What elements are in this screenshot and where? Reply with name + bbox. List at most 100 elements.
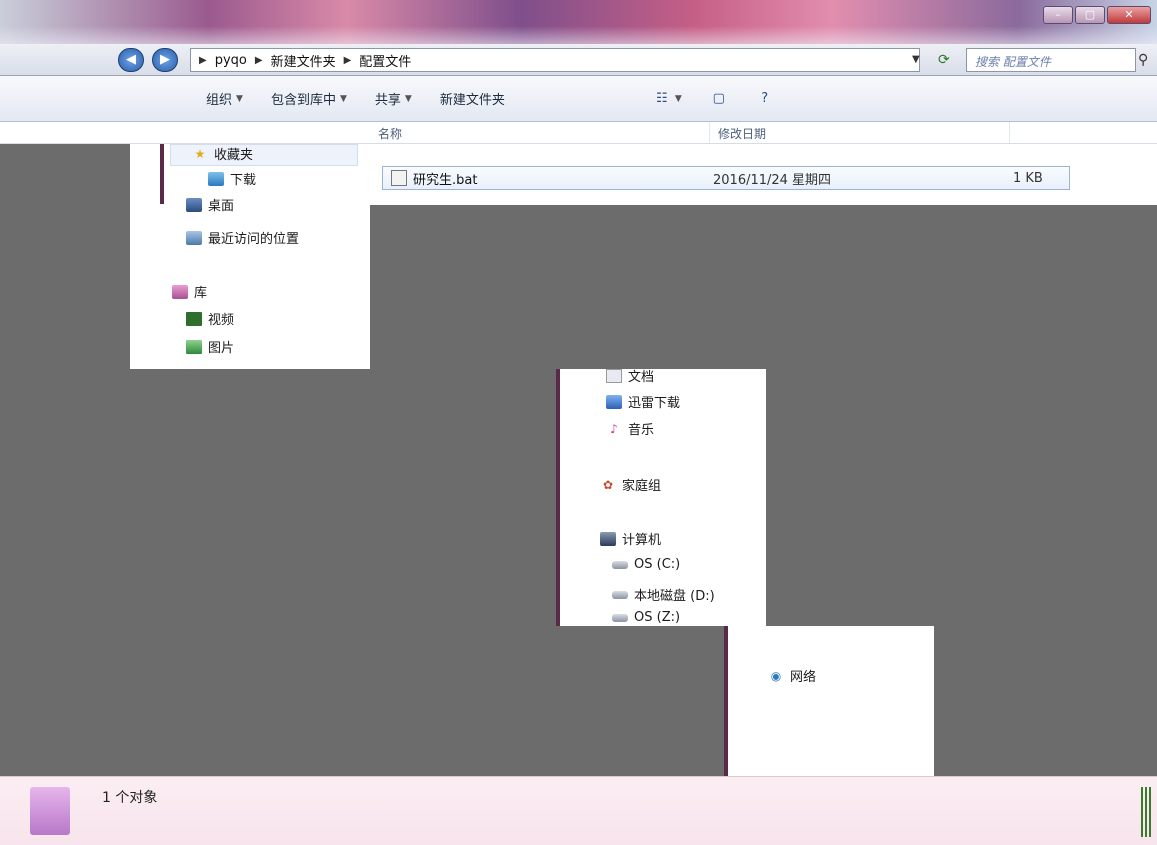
chevron-down-icon: ▼	[674, 93, 682, 104]
nav-videos-label: 视频	[208, 313, 235, 328]
chevron-down-icon: ▼	[404, 93, 412, 104]
desktop-icon	[186, 197, 202, 212]
address-row: ◀ ▶ ▶ pyqo ▶ 新建文件夹 ▶ 配置文件 ▼ ⟳ 搜索 配置文件 ⚲	[0, 44, 1157, 76]
item-count: 1 个对象	[102, 790, 158, 806]
downloads-icon	[208, 171, 224, 186]
nav-recent[interactable]: 最近访问的位置	[186, 228, 299, 247]
title-bar: – ▢ ✕	[0, 0, 1157, 44]
view-options-button[interactable]: ☷ ▼	[647, 88, 688, 110]
view-icon: ☷	[656, 90, 668, 106]
drive-icon	[612, 590, 628, 599]
drive-icon	[612, 613, 628, 622]
share-label: 共享	[374, 93, 401, 108]
file-size: 1 KB	[1013, 170, 1043, 186]
thunder-download-icon	[606, 394, 622, 409]
nav-videos[interactable]: 视频	[186, 309, 234, 328]
video-icon	[186, 311, 202, 326]
resize-grip[interactable]	[1141, 787, 1153, 837]
nav-drive-c[interactable]: OS (C:)	[612, 557, 680, 572]
nav-music-label: 音乐	[628, 423, 655, 438]
crumb-3[interactable]: 配置文件	[359, 51, 411, 70]
nav-scrollbar-lower[interactable]	[556, 369, 560, 626]
nav-network[interactable]: ◉ 网络	[768, 666, 817, 686]
chevron-down-icon: ▼	[236, 93, 243, 104]
help-icon: ?	[761, 90, 769, 106]
nav-drive-c-label: OS (C:)	[634, 557, 681, 572]
column-name[interactable]: 名称	[370, 122, 710, 143]
file-date: 2016/11/24 星期四	[713, 172, 832, 188]
nav-thunder-label: 迅雷下载	[628, 396, 681, 411]
nav-desktop[interactable]: 桌面	[186, 195, 234, 214]
nav-thunder[interactable]: 迅雷下载	[606, 392, 680, 411]
nav-library[interactable]: 库	[172, 282, 207, 301]
new-folder-button[interactable]: 新建文件夹	[434, 86, 511, 111]
refresh-icon[interactable]: ⟳	[938, 52, 960, 70]
help-button[interactable]: ?	[750, 88, 780, 110]
address-bar[interactable]: ▶ pyqo ▶ 新建文件夹 ▶ 配置文件	[190, 48, 920, 72]
network-icon: ◉	[770, 668, 782, 683]
file-row[interactable]: 研究生.bat 2016/11/24 星期四 1 KB	[382, 166, 1070, 190]
nav-drive-d[interactable]: 本地磁盘 (D:)	[612, 585, 715, 604]
column-date[interactable]: 修改日期	[710, 122, 1010, 143]
preview-pane-icon: ▢	[712, 90, 725, 106]
crumb-separator-icon: ▶	[254, 54, 263, 66]
details-pane: 1 个对象	[0, 776, 1157, 845]
homegroup-icon: ✿	[602, 477, 614, 492]
star-icon: ★	[194, 146, 206, 161]
nav-drive-z-label: OS (Z:)	[634, 610, 681, 625]
nav-favorites-label: 收藏夹	[214, 148, 254, 163]
drive-icon	[612, 560, 628, 569]
library-icon	[172, 284, 188, 299]
maximize-button[interactable]: ▢	[1075, 6, 1105, 24]
computer-icon	[600, 531, 616, 546]
nav-downloads[interactable]: 下载	[208, 169, 256, 188]
address-dropdown-icon[interactable]: ▼	[912, 54, 920, 65]
nav-homegroup[interactable]: ✿ 家庭组	[600, 475, 662, 495]
column-header-row: 名称 修改日期	[370, 122, 1157, 144]
nav-scrollbar-bottom[interactable]	[724, 626, 728, 776]
file-name: 研究生.bat	[413, 172, 478, 188]
nav-recent-label: 最近访问的位置	[208, 232, 300, 247]
pictures-icon	[186, 339, 202, 354]
close-button[interactable]: ✕	[1107, 6, 1151, 24]
organize-button[interactable]: 组织 ▼	[200, 86, 249, 111]
back-button[interactable]: ◀	[118, 48, 144, 72]
crumb-separator-icon: ▶	[343, 54, 352, 66]
document-icon	[606, 368, 622, 383]
nav-drive-z[interactable]: OS (Z:)	[612, 610, 680, 625]
nav-pane-bottom	[724, 626, 934, 776]
nav-scrollbar[interactable]	[160, 144, 164, 204]
nav-computer[interactable]: 计算机	[600, 529, 661, 548]
window-controls: – ▢ ✕	[1043, 6, 1151, 24]
nav-documents-label: 文档	[628, 370, 655, 385]
nav-library-label: 库	[194, 286, 208, 301]
music-icon: ♪	[610, 421, 618, 436]
nav-pictures[interactable]: 图片	[186, 337, 234, 356]
crumb-1[interactable]: pyqo	[215, 53, 247, 68]
nav-desktop-label: 桌面	[208, 199, 235, 214]
nav-documents[interactable]: 文档	[606, 366, 654, 385]
include-label: 包含到库中	[270, 93, 336, 108]
nav-music[interactable]: ♪ 音乐	[606, 419, 655, 439]
nav-homegroup-label: 家庭组	[622, 479, 662, 494]
nav-drive-d-label: 本地磁盘 (D:)	[634, 589, 715, 604]
include-in-library-button[interactable]: 包含到库中 ▼	[265, 86, 353, 111]
crumb-separator-icon: ▶	[199, 54, 207, 66]
minimize-button[interactable]: –	[1043, 6, 1073, 24]
crumb-2[interactable]: 新建文件夹	[271, 51, 336, 70]
nav-pictures-label: 图片	[208, 341, 235, 356]
folder-icon	[30, 787, 70, 835]
search-icon[interactable]: ⚲	[1138, 52, 1148, 68]
forward-button[interactable]: ▶	[152, 48, 178, 72]
nav-downloads-label: 下载	[230, 173, 257, 188]
search-input[interactable]: 搜索 配置文件	[966, 48, 1136, 72]
recent-places-icon	[186, 230, 202, 245]
share-button[interactable]: 共享 ▼	[369, 86, 418, 111]
preview-pane-button[interactable]: ▢	[704, 88, 734, 110]
nav-computer-label: 计算机	[622, 533, 662, 548]
organize-label: 组织	[206, 93, 233, 108]
nav-network-label: 网络	[790, 670, 817, 685]
nav-pane-header	[0, 122, 370, 144]
new-folder-label: 新建文件夹	[439, 93, 505, 108]
nav-favorites[interactable]: ★ 收藏夹	[192, 144, 254, 164]
